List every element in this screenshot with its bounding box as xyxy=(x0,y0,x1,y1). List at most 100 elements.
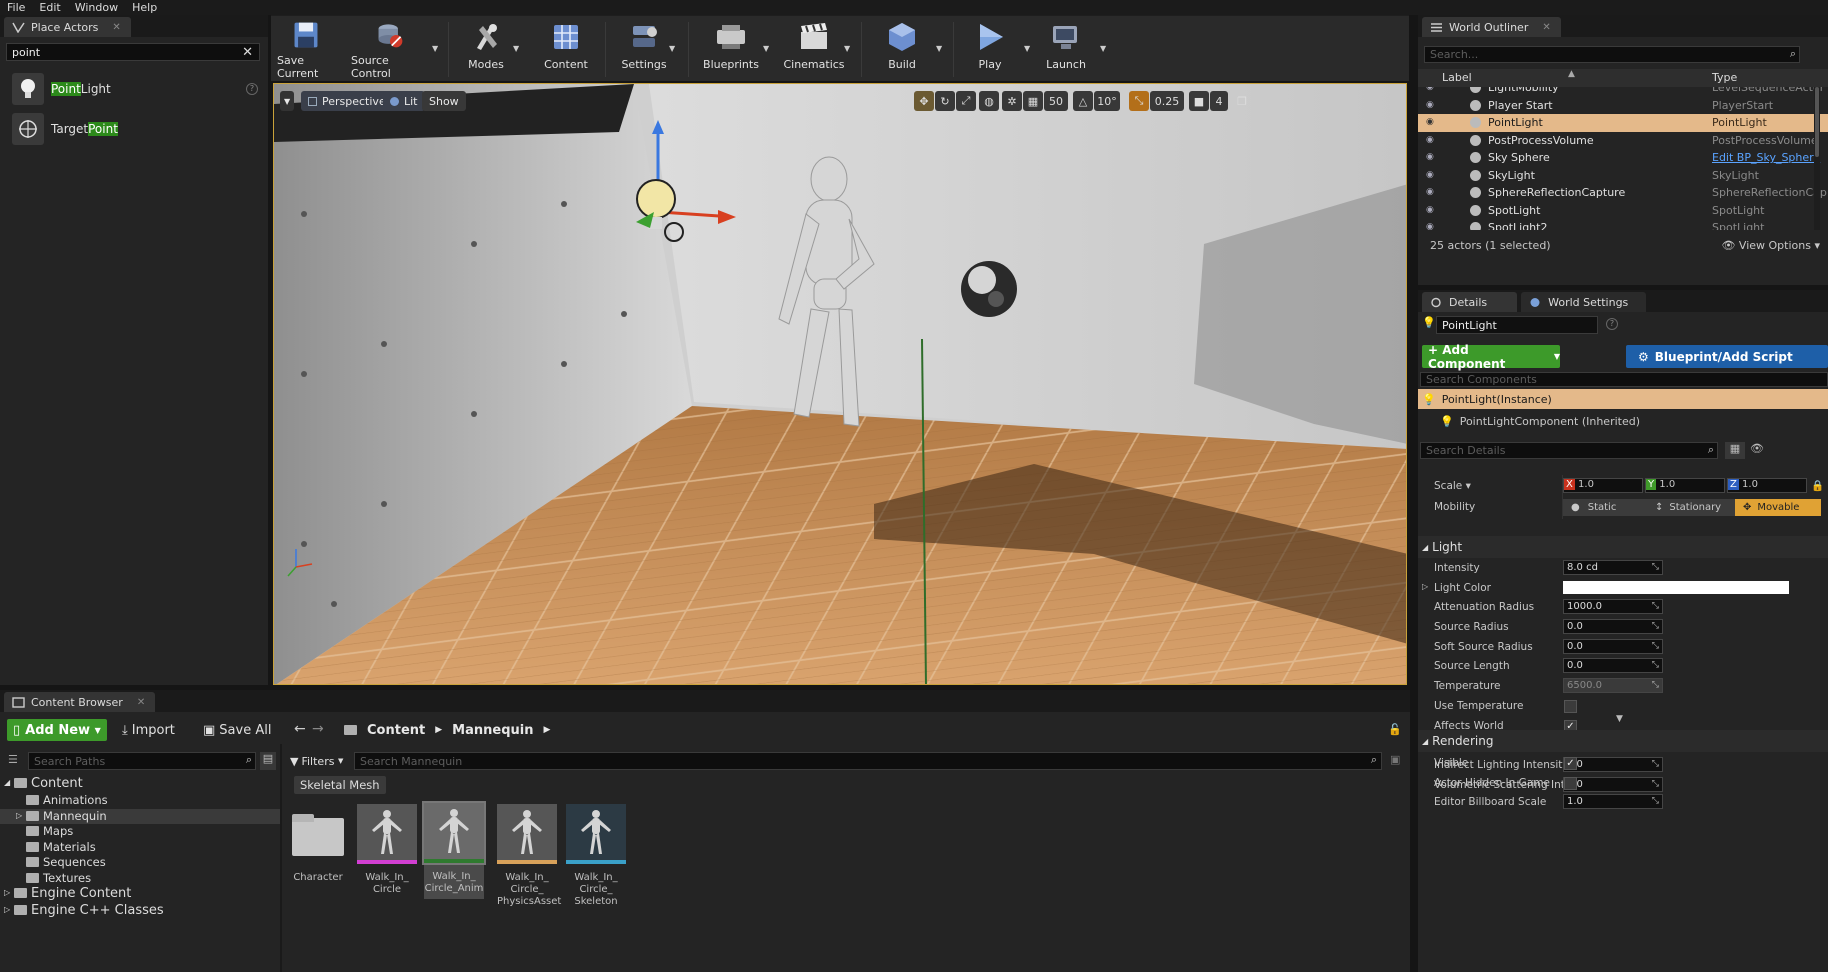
expand-arrow-icon[interactable]: ▷ xyxy=(1422,582,1428,591)
rendering-category[interactable]: ◢ Rendering xyxy=(1418,730,1828,752)
component-row[interactable]: 💡 PointLightComponent (Inherited) xyxy=(1440,412,1640,430)
surface-snap-icon[interactable]: ✲ xyxy=(1002,91,1022,111)
place-actors-search[interactable]: point ✕ xyxy=(6,43,260,61)
filters-button[interactable]: ▼ Filters ▼ xyxy=(290,752,343,770)
chevron-right-icon[interactable]: ▶ xyxy=(435,725,442,735)
scale-z-field[interactable]: Z 1.0 xyxy=(1727,478,1807,493)
expand-arrow-icon[interactable]: ▷ xyxy=(4,888,10,897)
visibility-eye-icon[interactable]: ◉ xyxy=(1426,170,1439,180)
tab-world-outliner[interactable]: World Outliner ✕ xyxy=(1422,17,1561,37)
column-label[interactable]: Label xyxy=(1442,71,1472,84)
chevron-right-icon[interactable]: ▶ xyxy=(543,725,550,735)
outliner-row[interactable]: ◉ LightMobility LevelSequenceActor xyxy=(1418,87,1828,97)
property-value-field[interactable]: 0.0 ⤡ xyxy=(1563,638,1663,654)
property-matrix-icon[interactable]: ▦ xyxy=(1725,442,1745,459)
tree-item[interactable]: ▷ Mannequin xyxy=(0,808,280,824)
asset-tile[interactable]: Walk_In_ Circle_ Skeleton xyxy=(566,804,626,908)
tab-content-browser[interactable]: Content Browser ✕ xyxy=(4,692,156,712)
mobility-static-button[interactable]: ● Static xyxy=(1563,499,1647,516)
camera-speed-value[interactable]: 4 xyxy=(1210,91,1228,111)
property-value-field[interactable]: 8.0 cd ⤡ xyxy=(1563,560,1663,575)
scale-mode-icon[interactable]: ⤢ xyxy=(956,91,976,111)
spin-arrow-icon[interactable]: ⤡ xyxy=(1652,620,1659,633)
outliner-row[interactable]: ◉ SpotLight SpotLight xyxy=(1418,202,1828,220)
scale-label[interactable]: Scale ▾ xyxy=(1434,480,1471,492)
lock-icon[interactable]: 🔒 xyxy=(1811,479,1824,492)
list-item[interactable]: Target Point xyxy=(0,109,268,149)
actor-name-input[interactable]: PointLight xyxy=(1436,316,1598,334)
search-assets-input[interactable]: Search Mannequin ⌕ xyxy=(354,752,1382,770)
tab-world-settings[interactable]: World Settings xyxy=(1521,292,1647,312)
menu-edit[interactable]: Edit xyxy=(39,1,60,14)
save-current-button[interactable]: Save Current xyxy=(277,20,335,80)
search-details-input[interactable]: Search Details ⌕ xyxy=(1420,442,1718,459)
add-new-button[interactable]: ▯ Add New ▼ xyxy=(7,719,107,741)
grid-snap-value[interactable]: 50 xyxy=(1044,91,1068,111)
close-icon[interactable]: ✕ xyxy=(137,697,145,708)
outliner-row[interactable]: ◉ Sky Sphere Edit BP_Sky_Sphere xyxy=(1418,149,1828,167)
visibility-eye-icon[interactable]: ◉ xyxy=(1426,205,1439,215)
column-type[interactable]: Type xyxy=(1712,71,1737,84)
close-icon[interactable]: ✕ xyxy=(112,22,120,33)
visibility-eye-icon[interactable]: ◉ xyxy=(1426,135,1439,145)
spin-arrow-icon[interactable]: ⤡ xyxy=(1652,795,1659,808)
mobility-movable-button[interactable]: ✥ Movable xyxy=(1735,499,1821,516)
menu-file[interactable]: File xyxy=(7,1,25,14)
outliner-scrollbar[interactable] xyxy=(1814,87,1820,230)
tree-item[interactable]: Sequences xyxy=(0,855,280,871)
outliner-search-input[interactable]: Search... ⌕ xyxy=(1424,46,1800,63)
expand-arrow-icon[interactable]: ▷ xyxy=(16,811,22,820)
property-value-field[interactable]: 1.0 ⤡ xyxy=(1563,794,1663,810)
light-color-swatch[interactable] xyxy=(1563,580,1789,594)
mobility-stationary-button[interactable]: ↕ Stationary xyxy=(1647,499,1735,516)
checkbox[interactable] xyxy=(1564,699,1577,713)
angle-snap-icon[interactable]: △ xyxy=(1073,91,1093,111)
component-instance-row[interactable]: 💡 PointLight(Instance) xyxy=(1418,389,1828,409)
save-all-button[interactable]: ▣ Save All xyxy=(203,719,271,741)
checkbox[interactable] xyxy=(1564,776,1577,790)
tree-item[interactable]: ◢ Content xyxy=(0,776,280,793)
menu-window[interactable]: Window xyxy=(75,1,118,14)
asset-tile[interactable]: Walk_In_ Circle_ PhysicsAsset xyxy=(497,804,561,908)
outliner-row[interactable]: ◉ SkyLight SkyLight xyxy=(1418,167,1828,185)
level-viewport[interactable]: ▼ Perspective Lit Show ✥ ↻ ⤢ ◍ ✲ ▦ 50 △ … xyxy=(273,83,1407,685)
chevron-down-icon[interactable]: ▼ xyxy=(1100,44,1106,53)
rotate-mode-icon[interactable]: ↻ xyxy=(935,91,955,111)
actor-type[interactable]: Edit BP_Sky_Sphere xyxy=(1712,151,1820,164)
chevron-down-icon[interactable]: ▼ xyxy=(432,44,438,53)
spin-arrow-icon[interactable]: ⤡ xyxy=(1652,679,1659,692)
list-item[interactable]: Point Light ? xyxy=(0,69,268,109)
chevron-down-icon[interactable]: ▼ xyxy=(936,44,942,53)
viewport-options-button[interactable]: ▼ xyxy=(280,91,295,111)
chevron-down-icon[interactable]: ▼ xyxy=(1616,714,1623,724)
close-icon[interactable]: ✕ xyxy=(1542,22,1550,33)
visibility-eye-icon[interactable]: ◉ xyxy=(1426,100,1439,110)
asset-tile[interactable]: Character xyxy=(288,804,348,884)
play-button[interactable]: Play xyxy=(963,20,1017,80)
grid-snap-icon[interactable]: ▦ xyxy=(1023,91,1043,111)
scrollbar-thumb[interactable] xyxy=(1815,87,1819,157)
outliner-row[interactable]: ◉ PostProcessVolume PostProcessVolume xyxy=(1418,132,1828,150)
save-search-icon[interactable]: ▣ xyxy=(1390,753,1400,766)
outliner-row[interactable]: ◉ SphereReflectionCapture SphereReflection… xyxy=(1418,184,1828,202)
visibility-eye-icon[interactable]: ◉ xyxy=(1426,152,1439,162)
maximize-viewport-icon[interactable]: ❐ xyxy=(1234,91,1250,111)
angle-snap-value[interactable]: 10° xyxy=(1094,91,1120,111)
search-paths-input[interactable]: Search Paths ⌕ xyxy=(28,752,256,770)
eye-icon[interactable]: 👁 xyxy=(1750,442,1764,455)
expand-arrow-icon[interactable]: ▷ xyxy=(4,905,10,914)
forward-arrow-icon[interactable]: → xyxy=(312,721,324,737)
outliner-row[interactable]: ◉ Player Start PlayerStart xyxy=(1418,97,1828,115)
source-control-button[interactable]: Source Control xyxy=(351,20,429,80)
visibility-eye-icon[interactable]: ◉ xyxy=(1426,87,1439,92)
breadcrumb-content[interactable]: Content xyxy=(367,723,425,738)
chevron-down-icon[interactable]: ▼ xyxy=(763,44,769,53)
camera-speed-icon[interactable]: ■ xyxy=(1189,91,1209,111)
visibility-eye-icon[interactable]: ◉ xyxy=(1426,222,1439,230)
tree-item[interactable]: ▷ Engine C++ Classes xyxy=(0,903,280,920)
scale-x-field[interactable]: X 1.0 xyxy=(1563,478,1643,493)
spin-arrow-icon[interactable]: ⤡ xyxy=(1652,600,1659,613)
clear-search-icon[interactable]: ✕ xyxy=(242,45,253,60)
splitter[interactable] xyxy=(280,744,282,972)
checkbox[interactable]: ✓ xyxy=(1564,757,1577,770)
